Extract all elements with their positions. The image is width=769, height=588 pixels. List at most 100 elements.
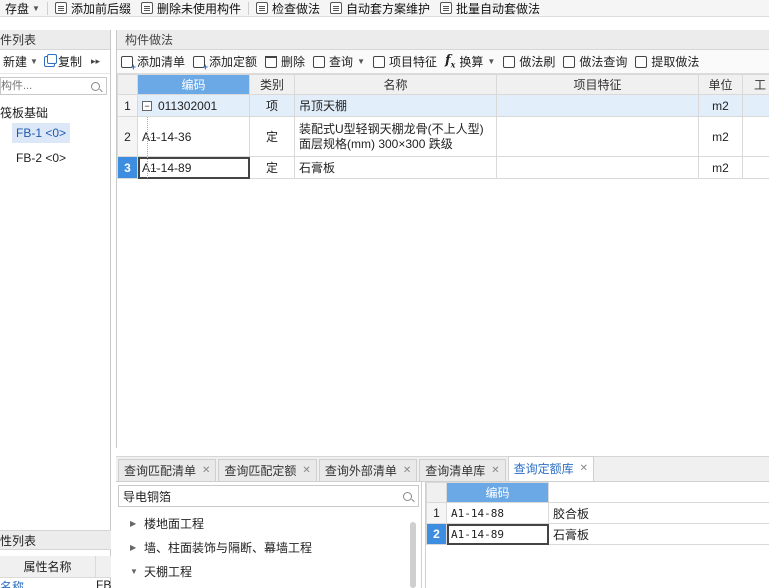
- code-cell[interactable]: −011302001: [137, 94, 250, 117]
- top-toolbar: 存盘 ▼ 添加前后缀 删除未使用构件 检查做法 自动套方案维护 批量自动套做法: [0, 0, 769, 17]
- tab-query-list-library[interactable]: 查询清单库 ✕: [419, 459, 506, 482]
- tab-query-external-list[interactable]: 查询外部清单 ✕: [318, 459, 418, 482]
- chevron-down-icon[interactable]: ▼: [30, 57, 38, 66]
- name-cell[interactable]: 石膏板: [548, 523, 769, 545]
- extract-method-button[interactable]: 提取做法: [631, 53, 703, 70]
- convert-label: 换算: [459, 55, 484, 69]
- table-row[interactable]: 2 A1-14-89 石膏板: [426, 523, 769, 545]
- component-list-panel: 件列表 新建 ▼ 复制 ▸▸ 筏板基础 FB-1 <0> FB-2 <0>: [0, 30, 111, 588]
- code-cell[interactable]: A1-14-89: [446, 523, 549, 545]
- search-icon[interactable]: [403, 491, 412, 501]
- tree-item-wall[interactable]: ▶ 墙、柱面装饰与隔断、幕墙工程: [116, 536, 408, 560]
- table-row[interactable]: 3 A1-14-89 定 石膏板 m2: [117, 156, 769, 179]
- name-cell[interactable]: 胶合板: [548, 502, 769, 524]
- tab-label: 查询定额库: [513, 462, 574, 476]
- property-row[interactable]: 名称 FB: [0, 578, 111, 588]
- column-header-code[interactable]: 编码: [446, 482, 549, 503]
- row-number: 2: [117, 116, 138, 157]
- unit-cell[interactable]: m2: [698, 156, 743, 179]
- column-header-work[interactable]: 工: [742, 74, 769, 95]
- tab-query-match-quota[interactable]: 查询匹配定额 ✕: [218, 459, 317, 482]
- new-button[interactable]: 新建 ▼: [0, 53, 41, 70]
- unit-cell[interactable]: m2: [698, 116, 743, 157]
- batch-auto-label: 批量自动套做法: [456, 1, 541, 16]
- feature-cell[interactable]: [496, 94, 699, 117]
- name-cell[interactable]: 石膏板: [294, 156, 497, 179]
- convert-button[interactable]: fx 换算 ▼: [441, 53, 499, 70]
- work-cell[interactable]: [742, 116, 769, 157]
- query-tab-bar: 查询匹配清单 ✕ 查询匹配定额 ✕ 查询外部清单 ✕ 查询清单库 ✕ 查询定额库 ✕: [116, 456, 769, 482]
- batch-auto-button[interactable]: 批量自动套做法: [435, 0, 545, 16]
- tree-item-floor[interactable]: ▶ 楼地面工程: [116, 512, 408, 536]
- method-query-icon: [563, 55, 576, 68]
- type-cell[interactable]: 定: [249, 116, 295, 157]
- copy-button[interactable]: 复制: [41, 53, 85, 70]
- chevron-right-icon[interactable]: ▶: [130, 536, 138, 560]
- column-header-name[interactable]: 名称: [294, 74, 497, 95]
- auto-scheme-label: 自动套方案维护: [345, 1, 430, 16]
- component-method-title: 构件做法: [117, 30, 769, 50]
- extract-icon: [635, 55, 648, 68]
- work-cell[interactable]: [742, 156, 769, 179]
- tree-root-raft-foundation[interactable]: 筏板基础: [0, 98, 110, 120]
- tab-query-match-list[interactable]: 查询匹配清单 ✕: [118, 459, 217, 482]
- method-brush-button[interactable]: 做法刷: [499, 53, 559, 70]
- query-button[interactable]: 查询 ▼: [309, 53, 369, 70]
- method-query-label: 做法查询: [579, 55, 628, 69]
- chevron-down-icon[interactable]: ▼: [487, 57, 495, 66]
- unit-cell[interactable]: m2: [698, 94, 743, 117]
- code-cell[interactable]: A1-14-36: [137, 116, 250, 157]
- check-method-button[interactable]: 检查做法: [251, 0, 325, 16]
- chevron-down-icon[interactable]: ▼: [130, 560, 138, 584]
- table-row[interactable]: 1 A1-14-88 胶合板: [426, 502, 769, 524]
- close-icon[interactable]: ✕: [302, 460, 310, 482]
- column-header-feature[interactable]: 项目特征: [496, 74, 699, 95]
- auto-scheme-button[interactable]: 自动套方案维护: [325, 0, 435, 16]
- method-query-button[interactable]: 做法查询: [559, 53, 631, 70]
- column-header-type[interactable]: 类别: [249, 74, 295, 95]
- tab-label: 查询外部清单: [324, 463, 397, 478]
- row-number: 2: [426, 523, 447, 545]
- feature-cell[interactable]: [496, 156, 699, 179]
- chevron-down-icon[interactable]: ▼: [357, 57, 365, 66]
- tab-query-quota-library[interactable]: 查询定额库 ✕: [507, 456, 595, 481]
- table-row[interactable]: 1 −011302001 项 吊顶天棚 m2: [117, 94, 769, 117]
- delete-button[interactable]: 删除: [261, 53, 309, 70]
- quota-search-input[interactable]: [123, 489, 373, 503]
- close-icon[interactable]: ✕: [403, 460, 411, 482]
- close-icon[interactable]: ✕: [580, 458, 588, 480]
- search-icon[interactable]: [91, 81, 100, 91]
- item-feature-button[interactable]: 项目特征: [369, 53, 441, 70]
- code-cell[interactable]: A1-14-89: [137, 156, 250, 179]
- tree-item-fb1[interactable]: FB-1 <0>: [12, 123, 71, 143]
- delete-unused-button[interactable]: 删除未使用构件: [136, 0, 246, 16]
- tree-item-fb2[interactable]: FB-2 <0>: [12, 148, 70, 168]
- more-icon[interactable]: ▸▸: [91, 56, 100, 67]
- item-feature-label: 项目特征: [388, 55, 437, 69]
- scrollbar-thumb[interactable]: [410, 522, 416, 588]
- feature-cell[interactable]: [496, 116, 699, 157]
- column-header-code[interactable]: 编码: [137, 74, 250, 95]
- property-name-cell: 名称: [0, 580, 25, 588]
- code-cell[interactable]: A1-14-88: [446, 502, 549, 524]
- work-cell[interactable]: [742, 94, 769, 117]
- name-cell[interactable]: 装配式U型轻钢天棚龙骨(不上人型) 面层规格(mm) 300×300 跌级: [294, 116, 497, 157]
- collapse-icon[interactable]: −: [142, 101, 152, 112]
- property-value-cell[interactable]: FB: [96, 578, 111, 588]
- quota-library-tree-panel: ▶ 楼地面工程 ▶ 墙、柱面装饰与隔断、幕墙工程 ▼ 天棚工程: [116, 482, 422, 588]
- add-prefix-suffix-button[interactable]: 添加前后缀: [50, 0, 136, 16]
- close-icon[interactable]: ✕: [202, 460, 210, 482]
- add-quota-button[interactable]: 添加定额: [189, 53, 261, 72]
- chevron-right-icon[interactable]: ▶: [130, 512, 138, 536]
- tree-item-ceiling[interactable]: ▼ 天棚工程: [116, 560, 408, 584]
- chevron-down-icon[interactable]: ▼: [32, 4, 40, 13]
- close-icon[interactable]: ✕: [491, 460, 499, 482]
- component-search-input[interactable]: [1, 80, 81, 92]
- table-row[interactable]: 2 A1-14-36 定 装配式U型轻钢天棚龙骨(不上人型) 面层规格(mm) 3…: [117, 116, 769, 157]
- name-cell[interactable]: 吊顶天棚: [294, 94, 497, 117]
- column-header-unit[interactable]: 单位: [698, 74, 743, 95]
- type-cell[interactable]: 定: [249, 156, 295, 179]
- add-list-button[interactable]: 添加清单: [117, 53, 189, 72]
- save-button[interactable]: 存盘 ▼: [0, 0, 45, 16]
- type-cell[interactable]: 项: [249, 94, 295, 117]
